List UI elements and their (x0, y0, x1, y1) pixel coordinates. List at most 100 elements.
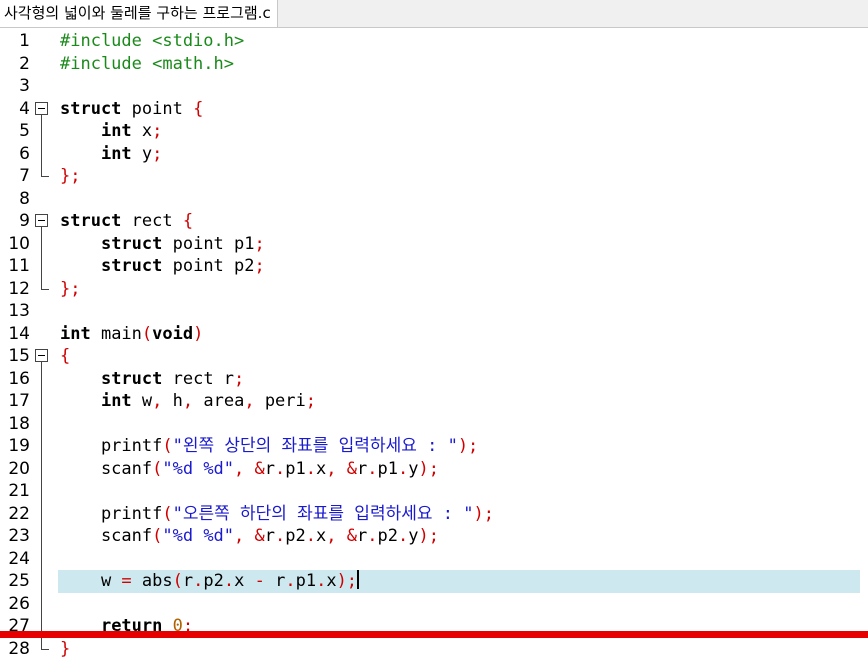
code-text: #include <math.h> (60, 53, 234, 76)
code-line[interactable]: 20 scanf("%d %d", &r.p1.x, &r.p1.y); (0, 458, 868, 481)
line-number: 5 (0, 120, 30, 143)
code-text-area[interactable]: { (58, 345, 860, 368)
code-text: printf("오른쪽 하단의 좌표를 입력하세요 : "); (60, 503, 494, 526)
code-text-area[interactable]: int w, h, area, peri; (58, 390, 860, 413)
code-token (337, 526, 347, 546)
code-text-area[interactable]: struct point { (58, 98, 860, 121)
line-number: 9 (0, 210, 30, 233)
code-token: main (91, 324, 142, 344)
code-token: rect (121, 211, 182, 231)
code-line[interactable]: 17 int w, h, area, peri; (0, 390, 868, 413)
code-token (244, 459, 254, 479)
code-line[interactable]: 26 (0, 593, 868, 616)
code-token: w (60, 571, 121, 591)
code-line[interactable]: 7}; (0, 165, 868, 188)
code-text: struct rect r; (60, 368, 244, 391)
code-line[interactable]: 2 #include <math.h> (0, 53, 868, 76)
code-line[interactable]: 6 int y; (0, 143, 868, 166)
code-token: ( (152, 459, 162, 479)
fold-gutter (34, 435, 50, 458)
code-line[interactable]: 13 (0, 300, 868, 323)
fold-gutter (34, 165, 50, 188)
line-number: 25 (0, 570, 30, 593)
file-tab-label: 사각형의 넓이와 둘레를 구하는 프로그램.c (4, 4, 271, 22)
code-editor[interactable]: 1#include <stdio.h>2 #include <math.h> 34s… (0, 28, 868, 651)
code-text-area[interactable]: w = abs(r.p2.x - r.p1.x); (58, 570, 860, 593)
code-text-area[interactable]: scanf("%d %d", &r.p1.x, &r.p1.y); (58, 458, 860, 481)
code-line[interactable]: 9 struct rect { (0, 210, 868, 233)
code-text-area[interactable]: struct rect { (58, 210, 860, 233)
code-text-area[interactable]: int x; (58, 120, 860, 143)
line-number: 6 (0, 143, 30, 166)
fold-gutter (34, 548, 50, 571)
code-token: }; (60, 279, 80, 299)
code-line[interactable]: 8 (0, 188, 868, 211)
code-line[interactable]: 10 struct point p1; (0, 233, 868, 256)
code-text-area[interactable]: int y; (58, 143, 860, 166)
code-text-area[interactable] (58, 188, 860, 211)
code-line[interactable]: 18 (0, 413, 868, 436)
code-token: p2 (203, 571, 223, 591)
code-text: struct point p1; (60, 233, 265, 256)
code-text: scanf("%d %d", &r.p2.x, &r.p2.y); (60, 525, 439, 548)
code-line[interactable]: 15{ (0, 345, 868, 368)
code-text-area[interactable]: struct point p1; (58, 233, 860, 256)
code-token: . (306, 459, 316, 479)
code-token: struct (101, 369, 162, 389)
code-line[interactable]: 22 printf("오른쪽 하단의 좌표를 입력하세요 : "); (0, 503, 868, 526)
fold-gutter[interactable] (34, 98, 50, 121)
code-text-area[interactable] (58, 75, 860, 98)
code-text-area[interactable]: struct point p2; (58, 255, 860, 278)
code-text-area[interactable]: scanf("%d %d", &r.p2.x, &r.p2.y); (58, 525, 860, 548)
code-text-area[interactable] (58, 548, 860, 571)
code-token: . (285, 571, 295, 591)
code-text-area[interactable]: #include <stdio.h> (58, 30, 860, 53)
code-line[interactable]: 23 scanf("%d %d", &r.p2.x, &r.p2.y); (0, 525, 868, 548)
code-token: { (60, 346, 70, 366)
code-text-area[interactable]: struct rect r; (58, 368, 860, 391)
code-text-area[interactable] (58, 413, 860, 436)
code-text-area[interactable]: }; (58, 165, 860, 188)
code-text-area[interactable] (58, 480, 860, 503)
line-number: 2 (0, 53, 30, 76)
code-text: { (60, 345, 70, 368)
code-text-area[interactable] (58, 593, 860, 616)
code-token: { (183, 211, 193, 231)
code-line[interactable]: 21 (0, 480, 868, 503)
fold-gutter (34, 593, 50, 616)
code-line[interactable]: 3 (0, 75, 868, 98)
code-text: int main(void) (60, 323, 203, 346)
code-line[interactable]: 1#include <stdio.h> (0, 30, 868, 53)
code-line[interactable]: 19 printf("왼쪽 상단의 좌표를 입력하세요 : "); (0, 435, 868, 458)
code-line[interactable]: 5 int x; (0, 120, 868, 143)
code-token: ( (162, 436, 172, 456)
code-line[interactable]: 28} (0, 638, 868, 660)
code-line[interactable]: 24 (0, 548, 868, 571)
code-text-area[interactable]: } (58, 638, 860, 660)
fold-gutter[interactable] (34, 210, 50, 233)
code-line[interactable]: 14int main(void) (0, 323, 868, 346)
code-text-area[interactable]: #include <math.h> (58, 53, 860, 76)
code-token: ); (419, 459, 439, 479)
code-line[interactable]: 12}; (0, 278, 868, 301)
line-number: 3 (0, 75, 30, 98)
code-text: struct rect { (60, 210, 193, 233)
code-text-area[interactable]: printf("왼쪽 상단의 좌표를 입력하세요 : "); (58, 435, 860, 458)
code-text-area[interactable]: printf("오른쪽 하단의 좌표를 입력하세요 : "); (58, 503, 860, 526)
code-text-area[interactable]: int main(void) (58, 323, 860, 346)
code-line[interactable]: 11 struct point p2; (0, 255, 868, 278)
line-number: 24 (0, 548, 30, 571)
code-text-area[interactable]: }; (58, 278, 860, 301)
code-line[interactable]: 25 w = abs(r.p2.x - r.p1.x); (0, 570, 868, 593)
text-caret (357, 570, 359, 589)
code-line[interactable]: 4struct point { (0, 98, 868, 121)
fold-gutter (34, 255, 50, 278)
code-token: ; (152, 144, 162, 164)
code-text-area[interactable] (58, 300, 860, 323)
code-text: printf("왼쪽 상단의 좌표를 입력하세요 : "); (60, 435, 478, 458)
code-line[interactable]: 16 struct rect r; (0, 368, 868, 391)
file-tab[interactable]: 사각형의 넓이와 둘레를 구하는 프로그램.c (0, 0, 278, 27)
code-text: struct point p2; (60, 255, 265, 278)
code-token: ; (255, 256, 265, 276)
fold-gutter[interactable] (34, 345, 50, 368)
